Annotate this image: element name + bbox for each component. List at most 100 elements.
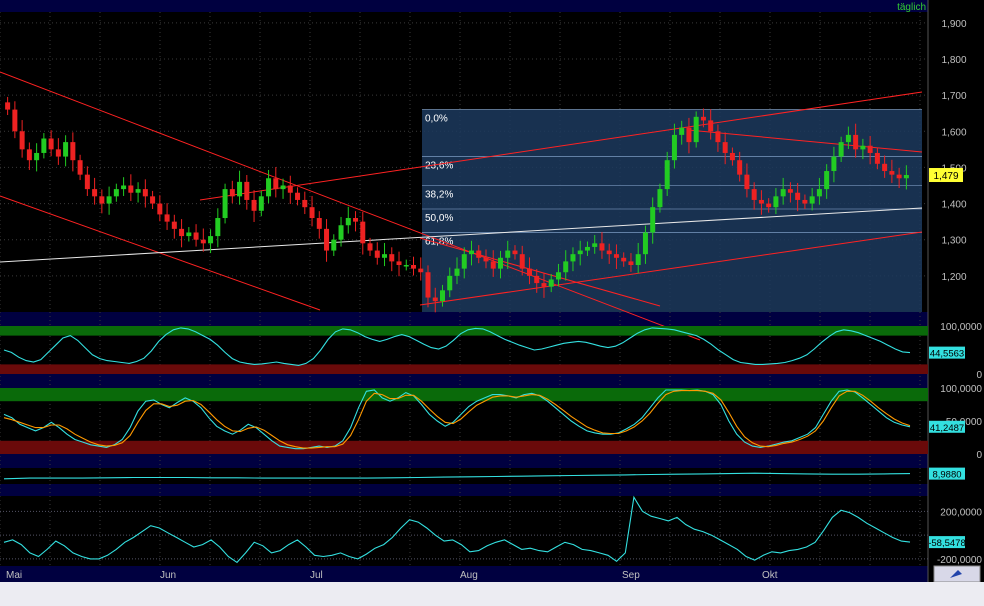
candle-body <box>672 135 677 160</box>
candle-body <box>636 254 641 265</box>
oscillator-value-label: 41,2487 <box>930 423 964 434</box>
candle-body <box>527 269 532 276</box>
price-tick-label: 1,300 <box>941 236 966 247</box>
candle-body <box>889 171 894 175</box>
oscillator-value-label: 8,9880 <box>932 470 961 481</box>
candle-body <box>744 175 749 189</box>
candle-body <box>375 251 380 258</box>
candle-body <box>599 243 604 250</box>
candle-body <box>781 189 786 196</box>
candle-body <box>78 160 83 174</box>
candle-body <box>686 128 691 142</box>
candle-body <box>49 139 54 150</box>
oscillator-tick-label: 0 <box>976 450 982 461</box>
price-tick-label: 1,800 <box>941 55 966 66</box>
panel-gap <box>0 454 928 468</box>
candle-body <box>397 261 402 265</box>
candle-body <box>694 117 699 142</box>
candle-body <box>266 178 271 196</box>
candle-body <box>882 164 887 171</box>
candle-body <box>281 185 286 189</box>
candle-body <box>578 251 583 255</box>
panel-gap <box>0 374 928 388</box>
candle-body <box>904 175 909 178</box>
price-tick-label: 1,600 <box>941 127 966 138</box>
candle-body <box>433 298 438 302</box>
candle-body <box>846 135 851 142</box>
candle-body <box>244 182 249 200</box>
candle-body <box>295 193 300 200</box>
candle-body <box>759 200 764 204</box>
candle-body <box>27 149 32 160</box>
candle-body <box>570 254 575 261</box>
candle-body <box>498 258 503 269</box>
candle-body <box>868 146 873 153</box>
candle-body <box>346 218 351 225</box>
candle-body <box>360 222 365 244</box>
candle-body <box>802 200 807 204</box>
oscillator-tick-label: 0 <box>976 370 982 381</box>
candle-body <box>476 251 481 258</box>
candle-body <box>831 157 836 171</box>
candle-body <box>679 128 684 135</box>
candle-body <box>252 200 257 211</box>
candle-body <box>165 214 170 221</box>
fib-level-label: 0,0% <box>425 114 448 125</box>
oscillator-tick-label: -200,0000 <box>937 555 982 566</box>
status-bar <box>0 582 984 606</box>
month-label: Okt <box>762 570 778 581</box>
price-tick-label: 1,200 <box>941 272 966 283</box>
last-price-label: 1,479 <box>933 171 958 182</box>
month-label: Sep <box>622 570 640 581</box>
candle-body <box>237 182 242 196</box>
candle-body <box>650 207 655 232</box>
price-tick-label: 1,700 <box>941 91 966 102</box>
candle-body <box>426 272 431 297</box>
candle-body <box>773 196 778 207</box>
candle-body <box>273 178 278 189</box>
candle-body <box>331 240 336 251</box>
candle-body <box>657 189 662 207</box>
period-label: täglich <box>897 2 926 13</box>
candle-body <box>737 160 742 174</box>
candle-body <box>302 200 307 207</box>
candle-body <box>208 236 213 243</box>
candle-body <box>534 276 539 283</box>
oscillator-panels <box>0 326 928 562</box>
panel-gap <box>0 312 928 326</box>
candle-body <box>317 218 322 229</box>
candle-body <box>766 204 771 208</box>
candle-body <box>505 251 510 258</box>
fib-level-label: 38,2% <box>425 189 453 200</box>
oscillator-tick-label: 100,0000 <box>940 384 982 395</box>
candle-body <box>549 279 554 286</box>
candle-body <box>63 142 68 156</box>
candle-body <box>628 261 633 265</box>
month-label: Mai <box>6 570 22 581</box>
candle-body <box>5 102 10 109</box>
candle-body <box>665 160 670 189</box>
candle-body <box>730 153 735 160</box>
candle-body <box>614 254 619 258</box>
candle-body <box>512 251 517 255</box>
candle-body <box>368 243 373 250</box>
oscillator-value-label: -58,5478 <box>928 538 966 549</box>
candle-body <box>353 218 358 222</box>
candle-body <box>215 218 220 236</box>
candle-body <box>701 117 706 121</box>
candle-body <box>795 193 800 200</box>
candle-body <box>483 258 488 262</box>
candle-body <box>824 171 829 189</box>
candle-body <box>339 225 344 239</box>
candle-body <box>440 290 445 301</box>
candle-body <box>150 196 155 203</box>
candle-body <box>875 153 880 164</box>
candle-body <box>418 269 423 273</box>
candle-body <box>788 189 793 193</box>
candle-body <box>810 196 815 203</box>
candle-body <box>56 149 61 156</box>
candle-body <box>223 189 228 218</box>
candle-body <box>592 243 597 247</box>
candle-body <box>853 135 858 149</box>
candle-body <box>447 276 452 290</box>
